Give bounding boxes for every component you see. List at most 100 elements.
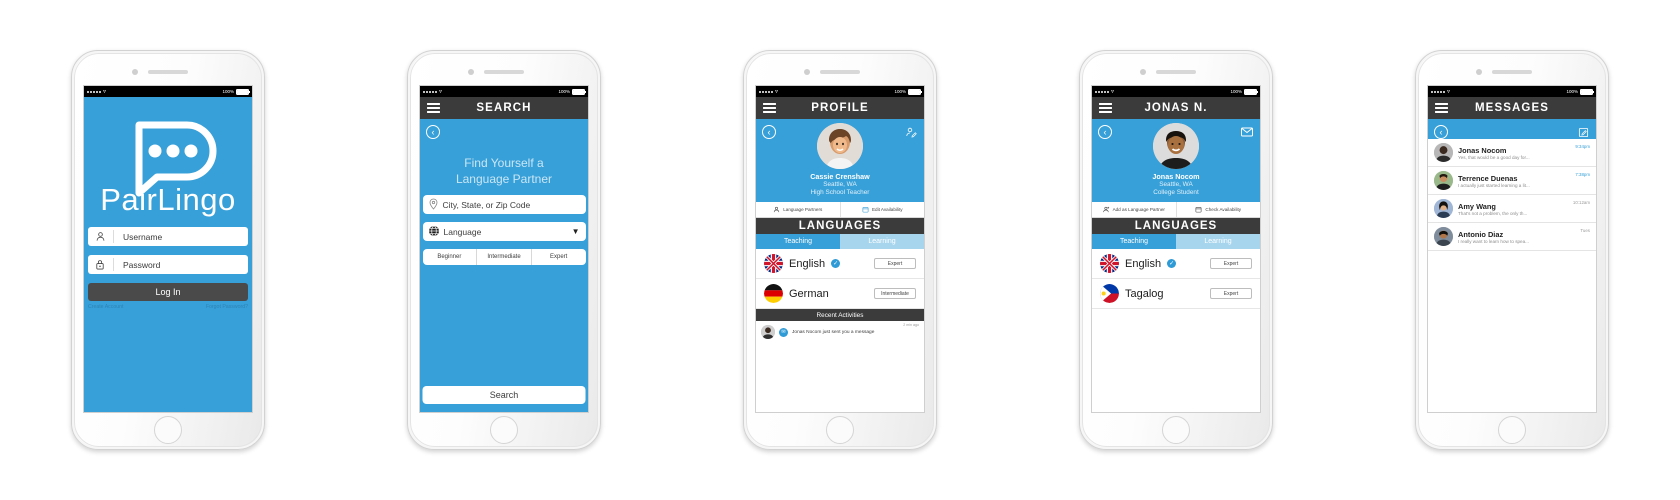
signal-strength: ▿	[1095, 89, 1114, 95]
menu-icon[interactable]	[1435, 102, 1448, 114]
location-input[interactable]: City, State, or Zip Code	[422, 195, 586, 214]
nav-bar: SEARCH	[420, 97, 588, 119]
profile-filler	[756, 343, 924, 412]
language-row-english[interactable]: English ✓ Expert	[756, 249, 924, 279]
avatar	[1434, 199, 1453, 218]
partner-action-bar: Add as Language Partner Check Availabili…	[1092, 202, 1260, 218]
battery-icon	[572, 88, 586, 95]
avatar	[1434, 227, 1453, 246]
profile-name: Cassie Crenshaw	[810, 172, 870, 181]
compose-icon[interactable]	[1576, 125, 1590, 139]
edit-availability-button[interactable]: Edit Availability	[839, 202, 925, 217]
tab-learning[interactable]: Learning	[1176, 234, 1260, 249]
message-time: 7:38pm	[1575, 172, 1590, 177]
password-field[interactable]: Password	[88, 255, 248, 274]
language-tabs: Teaching Learning	[756, 234, 924, 249]
message-body: Jonas Nocom Yes, that would be a good da…	[1458, 146, 1590, 160]
back-icon[interactable]: ‹	[426, 125, 440, 139]
languages-header: LANGUAGES	[756, 218, 924, 234]
avatar	[817, 123, 863, 169]
message-list-item[interactable]: Jonas Nocom Yes, that would be a good da…	[1428, 139, 1596, 167]
menu-icon[interactable]	[1099, 102, 1112, 114]
page-title: JONAS N.	[1144, 102, 1208, 114]
battery-percent-label: 100%	[1566, 89, 1578, 94]
activity-item[interactable]: ✉ Jonas Nocom just sent you a message 2 …	[756, 321, 924, 343]
activity-avatar	[761, 325, 775, 339]
home-button[interactable]	[826, 416, 854, 444]
level-option-intermediate[interactable]: Intermediate	[476, 249, 531, 265]
message-preview: That's not a problem, the only th...	[1458, 210, 1528, 216]
check-availability-button[interactable]: Check Availability	[1175, 202, 1261, 217]
earpiece-speaker	[1156, 70, 1196, 74]
back-icon[interactable]: ‹	[1098, 125, 1112, 139]
home-button[interactable]	[1162, 416, 1190, 444]
earpiece-speaker	[1492, 70, 1532, 74]
language-select[interactable]: Language ▼	[422, 222, 586, 241]
home-button[interactable]	[154, 416, 182, 444]
partner-filler	[1092, 309, 1260, 412]
menu-icon[interactable]	[763, 102, 776, 114]
level-option-beginner[interactable]: Beginner	[423, 249, 477, 265]
chevron-down-icon[interactable]: ▼	[572, 227, 580, 236]
tab-teaching[interactable]: Teaching	[756, 234, 840, 249]
battery-icon	[908, 88, 922, 95]
level-option-expert[interactable]: Expert	[530, 249, 586, 265]
logo-wordmark: PairLingo	[100, 182, 236, 217]
language-row-tagalog[interactable]: Tagalog Expert	[1092, 279, 1260, 309]
message-preview: I actually just started learning a lit..…	[1458, 182, 1530, 188]
calendar-icon	[1195, 207, 1202, 213]
username-field[interactable]: Username	[88, 227, 248, 246]
partner-name: Jonas Nocom	[1152, 172, 1200, 181]
language-level-badge[interactable]: Expert	[1210, 288, 1252, 299]
profile-hero: ‹ Cassie Crenshaw Seattle, WA High Schoo…	[756, 119, 924, 202]
person-icon	[92, 231, 108, 242]
location-pin-icon	[428, 198, 439, 212]
login-button[interactable]: Log In	[88, 283, 248, 301]
create-account-link[interactable]: Create Account	[88, 304, 123, 310]
front-camera	[1140, 69, 1146, 75]
battery-percent-label: 100%	[558, 89, 570, 94]
message-body: Amy Wang That's not a problem, the only …	[1458, 202, 1590, 216]
screen-messages: ▿ 100% MESSAGES ‹ Jonas Nocom Yes, that …	[1427, 85, 1597, 413]
message-sender: Amy Wang	[1458, 201, 1496, 211]
edit-availability-label: Edit Availability	[871, 207, 903, 212]
edit-profile-icon[interactable]	[904, 125, 918, 139]
message-list-item[interactable]: Amy Wang That's not a problem, the only …	[1428, 195, 1596, 223]
message-list-item[interactable]: Terrence Duenas I actually just started …	[1428, 167, 1596, 195]
front-camera	[468, 69, 474, 75]
message-list-item[interactable]: Antonio Diaz I really want to learn how …	[1428, 223, 1596, 251]
signal-strength: ▿	[1431, 89, 1450, 95]
nav-bar: MESSAGES	[1428, 97, 1596, 119]
message-icon[interactable]	[1240, 125, 1254, 139]
phone-login: ▿ 100% PairLingo Username Password Log I…	[71, 50, 265, 450]
tab-learning[interactable]: Learning	[840, 234, 924, 249]
language-row-german[interactable]: German Intermediate	[756, 279, 924, 309]
language-row-english[interactable]: English ✓ Expert	[1092, 249, 1260, 279]
partner-location: Seattle, WA	[1159, 181, 1193, 188]
signal-strength: ▿	[759, 89, 778, 95]
battery-area: 100%	[558, 88, 586, 95]
home-button[interactable]	[1498, 416, 1526, 444]
language-partners-button[interactable]: Language Partners	[756, 202, 840, 217]
forgot-password-link[interactable]: Forgot Password?	[206, 304, 248, 310]
search-button[interactable]: Search	[422, 386, 586, 404]
wifi-icon: ▿	[775, 88, 779, 95]
language-level-badge[interactable]: Expert	[1210, 258, 1252, 269]
language-level-badge[interactable]: Expert	[874, 258, 916, 269]
message-time: 9:34pm	[1575, 144, 1590, 149]
uk-flag-icon	[1100, 254, 1119, 273]
add-language-partner-button[interactable]: Add as Language Partner	[1092, 202, 1176, 217]
back-icon[interactable]: ‹	[1434, 125, 1448, 139]
message-time: Tues	[1580, 228, 1590, 233]
message-sender: Terrence Duenas	[1458, 173, 1518, 183]
tab-teaching[interactable]: Teaching	[1092, 234, 1176, 249]
battery-area: 100%	[222, 88, 250, 95]
password-placeholder: Password	[123, 259, 161, 270]
home-button[interactable]	[490, 416, 518, 444]
menu-icon[interactable]	[427, 102, 440, 114]
message-badge-icon: ✉	[779, 327, 788, 337]
status-bar: ▿ 100%	[420, 86, 588, 97]
language-level-badge[interactable]: Intermediate	[874, 288, 916, 299]
back-icon[interactable]: ‹	[762, 125, 776, 139]
language-name: German	[789, 287, 829, 300]
